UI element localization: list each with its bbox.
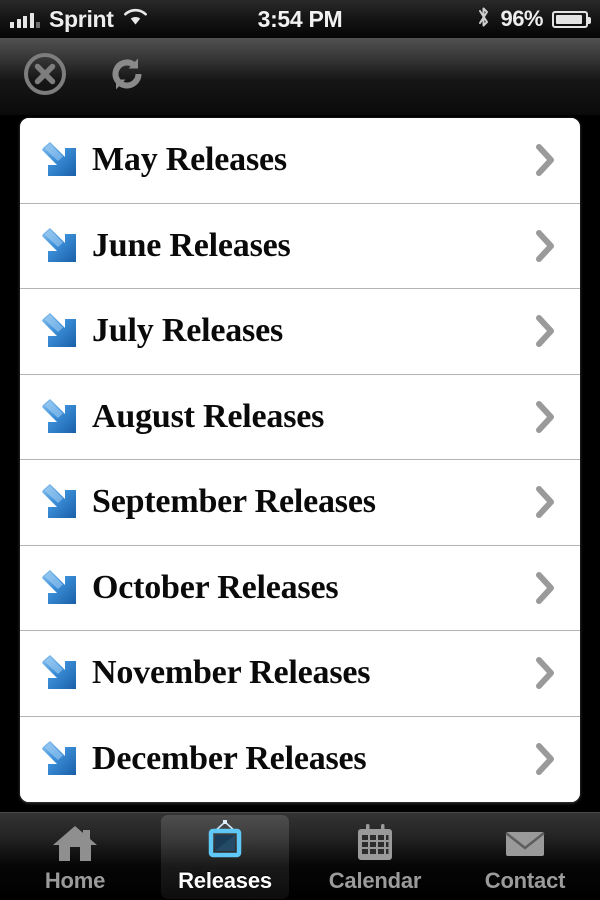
tab-contact[interactable]: Contact (450, 813, 600, 900)
close-circle-icon (23, 52, 67, 101)
blue-arrow-down-right-icon (34, 481, 84, 523)
list-item-label: May Releases (92, 141, 287, 179)
tab-releases[interactable]: Releases (150, 813, 300, 900)
list-item[interactable]: July Releases (20, 289, 580, 375)
releases-list: May Releases June Releases July Releases… (20, 118, 580, 802)
list-item[interactable]: May Releases (20, 118, 580, 204)
list-item[interactable]: November Releases (20, 631, 580, 717)
tab-home[interactable]: Home (0, 813, 150, 900)
chevron-right-icon (528, 229, 562, 263)
chevron-right-icon (528, 742, 562, 776)
list-item[interactable]: June Releases (20, 203, 580, 289)
tab-releases-label: Releases (178, 867, 272, 893)
tab-calendar[interactable]: Calendar (300, 813, 450, 900)
list-item-label: June Releases (92, 226, 291, 264)
house-icon (50, 820, 100, 866)
chevron-right-icon (528, 656, 562, 690)
list-item-label: August Releases (92, 397, 325, 435)
list-item-label: November Releases (92, 654, 371, 692)
blue-arrow-down-right-icon (34, 396, 84, 438)
list-item[interactable]: October Releases (20, 545, 580, 631)
blue-arrow-down-right-icon (34, 225, 84, 267)
list-item[interactable]: September Releases (20, 460, 580, 546)
tab-bar: Home Releases Calendar Contact (0, 812, 600, 900)
battery-percent-label: 96% (500, 6, 543, 31)
blue-arrow-down-right-icon (34, 567, 84, 609)
status-bar-center: 3:54 PM (198, 6, 402, 33)
chevron-right-icon (528, 571, 562, 605)
carrier-label: Sprint (49, 5, 114, 32)
list-item-label: October Releases (92, 568, 339, 606)
chevron-right-icon (528, 314, 562, 348)
tab-calendar-label: Calendar (328, 867, 422, 893)
status-bar-right: 96% (402, 5, 600, 34)
signal-bars-icon (10, 11, 40, 28)
list-item-label: December Releases (92, 740, 367, 778)
close-button[interactable] (22, 52, 68, 101)
envelope-icon (499, 820, 551, 866)
tab-home-label: Home (44, 867, 106, 893)
status-bar: Sprint 3:54 PM 96% (0, 0, 600, 38)
status-bar-left: Sprint (0, 6, 198, 33)
bluetooth-icon (476, 5, 491, 34)
app-screen: Sprint 3:54 PM 96% May Releases June Rel… (0, 0, 600, 900)
refresh-button[interactable] (104, 54, 150, 100)
blue-arrow-down-right-icon (34, 139, 84, 181)
list-item[interactable]: December Releases (20, 716, 580, 802)
list-item-label: July Releases (92, 312, 283, 350)
clock-label: 3:54 PM (257, 5, 343, 32)
top-toolbar (0, 38, 600, 116)
tab-contact-label: Contact (484, 867, 566, 893)
chevron-right-icon (528, 400, 562, 434)
wifi-icon (123, 7, 148, 31)
list-item-label: September Releases (92, 483, 376, 521)
blue-arrow-down-right-icon (34, 738, 84, 780)
list-item[interactable]: August Releases (20, 374, 580, 460)
calendar-grid-icon (350, 820, 400, 866)
chevron-right-icon (528, 485, 562, 519)
blue-arrow-down-right-icon (34, 652, 84, 694)
picture-frame-icon (198, 819, 252, 866)
refresh-icon (105, 52, 149, 101)
chevron-right-icon (528, 143, 562, 177)
battery-icon (552, 10, 591, 28)
blue-arrow-down-right-icon (34, 310, 84, 352)
